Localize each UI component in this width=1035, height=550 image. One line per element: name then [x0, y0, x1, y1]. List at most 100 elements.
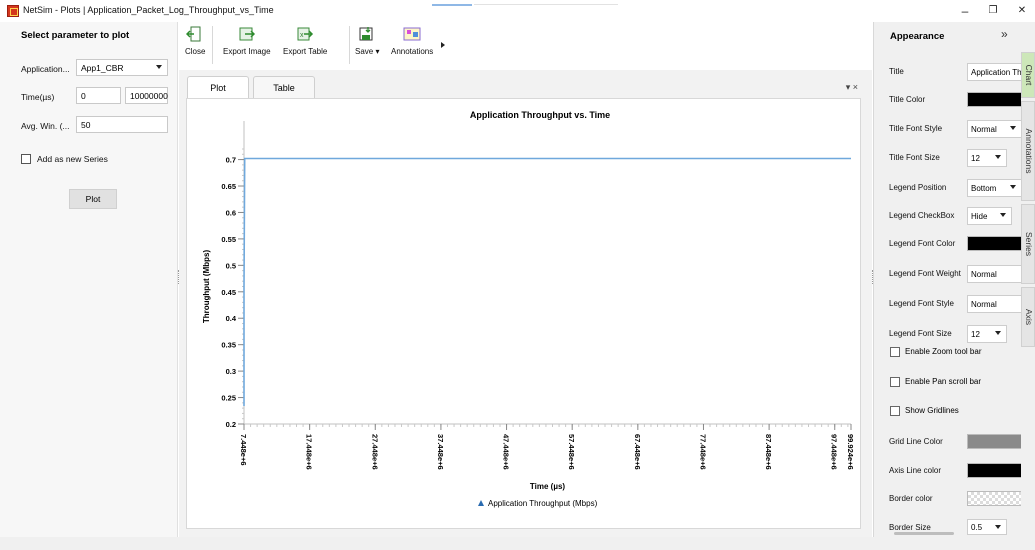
minimize-button[interactable]: –: [955, 2, 975, 20]
side-tab-series[interactable]: Series: [1021, 204, 1035, 284]
title-font-style-value: Normal: [971, 125, 997, 134]
tab-plot[interactable]: Plot: [187, 76, 249, 99]
y-axis-label: Throughput (Mbps): [202, 250, 211, 324]
avg-win-input[interactable]: 50: [76, 116, 168, 133]
title-color-swatch[interactable]: [967, 92, 1023, 107]
status-bar: [0, 537, 1035, 550]
grid-line-color-label: Grid Line Color: [889, 437, 943, 446]
show-gridlines-label: Show Gridlines: [905, 406, 959, 415]
enable-zoom-tool-bar-checkbox[interactable]: [890, 347, 900, 357]
tab-controls[interactable]: ▾ ×: [846, 82, 858, 93]
title-divider-line: [474, 4, 618, 5]
application-label: Application...: [21, 64, 70, 74]
x-tick-label: 57.448e+6: [567, 434, 576, 470]
appearance-panel: Appearance » Title Application Th Title Co…: [873, 22, 1027, 537]
legend-font-style-value: Normal: [971, 300, 997, 309]
close-plot-button[interactable]: Close: [185, 26, 205, 56]
grid-line-color-swatch[interactable]: [967, 434, 1023, 449]
avg-win-label: Avg. Win. (...: [21, 121, 70, 131]
chevron-down-icon: [1010, 185, 1016, 189]
x-tick-label: 67.448e+6: [633, 434, 642, 470]
toolbar: Close Export Image x Export Table Save ▾: [179, 22, 872, 68]
toolbar-separator: [212, 26, 213, 64]
tab-table[interactable]: Table: [253, 76, 315, 98]
legend-position-field[interactable]: Bottom: [967, 179, 1022, 197]
x-tick-label: 97.448e+6: [830, 434, 839, 470]
enable-pan-scroll-bar-checkbox[interactable]: [890, 377, 900, 387]
parameter-panel-title: Select parameter to plot: [21, 30, 130, 41]
export-table-button[interactable]: x Export Table: [283, 26, 327, 56]
legend-font-color-label: Legend Font Color: [889, 239, 956, 248]
application-select[interactable]: App1_CBR: [76, 59, 168, 76]
side-tab-axis[interactable]: Axis: [1021, 287, 1035, 347]
side-tabs: Chart Annotations Series Axis: [1021, 22, 1035, 537]
save-button[interactable]: Save ▾: [355, 26, 379, 56]
title-bar: NetSim - Plots | Application_Packet_Log_…: [0, 0, 1035, 22]
add-series-checkbox[interactable]: [21, 154, 31, 164]
side-tab-annotations-label: Annotations: [1024, 128, 1034, 174]
border-size-field[interactable]: 0.5: [967, 519, 1007, 535]
legend-font-style-field[interactable]: Normal: [967, 295, 1027, 313]
appearance-scrollbar[interactable]: [894, 532, 954, 535]
show-gridlines-checkbox[interactable]: [890, 406, 900, 416]
restore-button[interactable]: ❐: [983, 2, 1003, 20]
legend-entry-0: Application Throughput (Mbps): [478, 499, 598, 508]
appearance-title: Appearance: [890, 31, 945, 42]
title-font-size-label: Title Font Size: [889, 153, 940, 162]
toolbar-overflow-arrow-icon[interactable]: [441, 42, 445, 48]
export-image-icon: [239, 27, 255, 41]
plot-button[interactable]: Plot: [69, 189, 117, 209]
title-font-size-field[interactable]: 12: [967, 149, 1007, 167]
x-tick-label: 27.448e+6: [370, 434, 379, 470]
legend-checkbox-value: Hide: [971, 212, 988, 221]
axis-line-color-swatch[interactable]: [967, 463, 1023, 478]
chart-card: Application Throughput vs. Time 0.2 0.25 0.…: [186, 98, 861, 529]
x-tick-label: 77.448e+6: [698, 434, 707, 470]
annotations-button[interactable]: Annotations: [391, 26, 433, 56]
legend-font-color-swatch[interactable]: [967, 236, 1023, 251]
side-tab-chart[interactable]: Chart: [1021, 52, 1035, 98]
border-color-swatch[interactable]: [967, 491, 1023, 506]
save-icon: [359, 27, 373, 41]
y-tick-label: 0.2: [226, 420, 236, 429]
legend-checkbox-label: Legend CheckBox: [889, 211, 955, 220]
legend-position-value: Bottom: [971, 184, 997, 193]
legend-font-size-value: 12: [971, 330, 980, 339]
time-to-input[interactable]: 10000000: [125, 87, 168, 104]
y-tick-label: 0.65: [221, 182, 236, 191]
legend-font-size-label: Legend Font Size: [889, 329, 952, 338]
throughput-chart: Application Throughput vs. Time 0.2 0.25 0.…: [202, 110, 855, 508]
export-table-icon: x: [297, 27, 314, 41]
chart-title: Application Throughput vs. Time: [470, 110, 610, 120]
close-door-icon: [186, 26, 201, 42]
chevron-down-icon: [995, 155, 1001, 159]
legend-font-size-field[interactable]: 12: [967, 325, 1007, 343]
x-tick-label: 17.448e+6: [305, 434, 314, 470]
title-font-size-value: 12: [971, 154, 980, 163]
time-from-input[interactable]: 0: [76, 87, 121, 104]
x-tick-label: 7.448e+6: [239, 434, 248, 466]
title-font-style-field[interactable]: Normal: [967, 120, 1022, 138]
export-table-label: Export Table: [283, 47, 328, 56]
chevron-down-icon: [1010, 126, 1016, 130]
y-tick-label: 0.35: [221, 341, 236, 350]
export-image-button[interactable]: Export Image: [223, 26, 271, 56]
legend-font-style-label: Legend Font Style: [889, 299, 954, 308]
annotations-icon: [403, 27, 421, 41]
close-window-button[interactable]: ✕: [1012, 2, 1032, 20]
title-field[interactable]: Application Th: [967, 63, 1027, 81]
y-tick-label: 0.4: [226, 314, 237, 323]
y-tick-label: 0.7: [226, 156, 236, 165]
collapse-panel-icon[interactable]: »: [1001, 27, 1008, 41]
title-value: Application Th: [971, 68, 1022, 77]
axis-line-color-label: Axis Line color: [889, 466, 942, 475]
legend-position-label: Legend Position: [889, 183, 947, 192]
legend-font-weight-field[interactable]: Normal: [967, 265, 1027, 283]
chevron-down-icon: [156, 65, 162, 69]
x-tick-label: 87.448e+6: [764, 434, 773, 470]
legend-checkbox-field[interactable]: Hide: [967, 207, 1012, 225]
annotations-label: Annotations: [391, 47, 434, 56]
side-tab-annotations[interactable]: Annotations: [1021, 101, 1035, 201]
chevron-down-icon: [995, 331, 1001, 335]
side-tab-axis-label: Axis: [1024, 308, 1034, 326]
